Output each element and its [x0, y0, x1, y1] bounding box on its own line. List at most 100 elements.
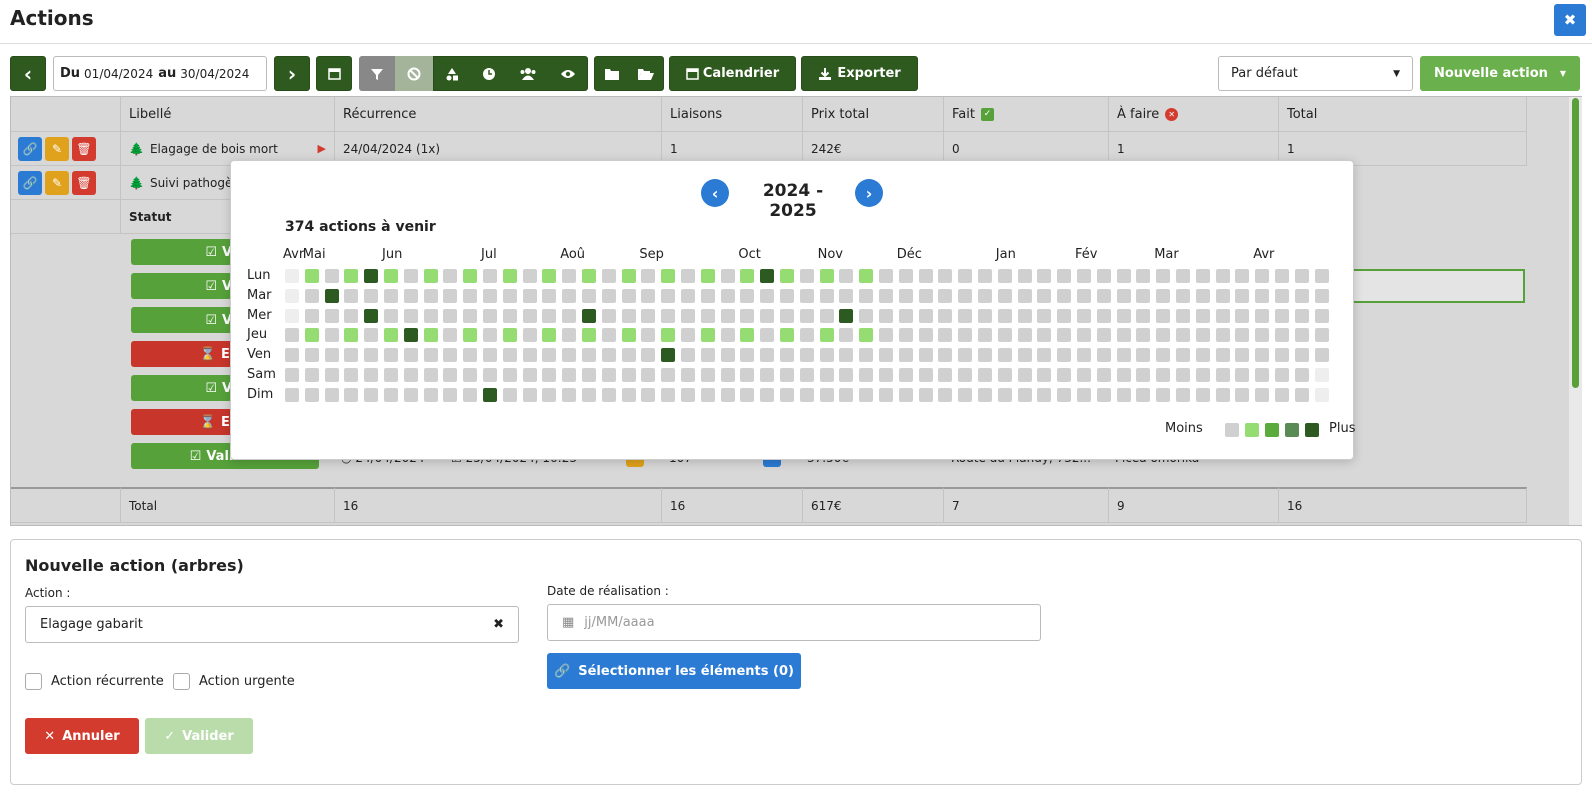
heatmap-day-cell[interactable]	[522, 308, 537, 323]
heatmap-day-cell[interactable]	[502, 288, 517, 303]
heatmap-day-cell[interactable]	[582, 348, 596, 363]
clear-filter-button[interactable]	[395, 56, 433, 91]
heatmap-day-cell[interactable]	[938, 348, 953, 363]
validate-button[interactable]: ✓ Valider	[145, 718, 253, 754]
heatmap-day-cell[interactable]	[978, 348, 992, 363]
heatmap-day-cell[interactable]	[384, 308, 398, 323]
heatmap-day-cell[interactable]	[1037, 348, 1052, 363]
heatmap-day-cell[interactable]	[1077, 269, 1091, 283]
heatmap-day-cell[interactable]	[522, 288, 537, 303]
heatmap-day-cell[interactable]	[760, 269, 775, 283]
heatmap-day-cell[interactable]	[641, 328, 656, 343]
heatmap-day-cell[interactable]	[859, 368, 874, 382]
heatmap-day-cell[interactable]	[364, 328, 379, 343]
heatmap-day-cell[interactable]	[760, 387, 775, 402]
heatmap-day-cell[interactable]	[958, 368, 973, 382]
heatmap-day-cell[interactable]	[720, 288, 735, 303]
heatmap-day-cell[interactable]	[542, 288, 557, 303]
heatmap-day-cell[interactable]	[1077, 308, 1091, 323]
heatmap-day-cell[interactable]	[304, 368, 319, 382]
heatmap-day-cell[interactable]	[1215, 328, 1230, 343]
heatmap-day-cell[interactable]	[562, 269, 577, 283]
heatmap-day-cell[interactable]	[562, 368, 577, 382]
heatmap-day-cell[interactable]	[522, 368, 537, 382]
heatmap-day-cell[interactable]	[304, 308, 319, 323]
heatmap-day-cell[interactable]	[502, 387, 517, 402]
heatmap-day-cell[interactable]	[760, 348, 775, 363]
heatmap-day-cell[interactable]	[1275, 328, 1289, 343]
heatmap-day-cell[interactable]	[1294, 328, 1309, 343]
heatmap-day-cell[interactable]	[522, 348, 537, 363]
heatmap-day-cell[interactable]	[918, 288, 933, 303]
heatmap-day-cell[interactable]	[780, 387, 794, 402]
heatmap-day-cell[interactable]	[879, 387, 893, 402]
heatmap-day-cell[interactable]	[285, 269, 299, 283]
heatmap-day-cell[interactable]	[1156, 269, 1171, 283]
heatmap-day-cell[interactable]	[760, 308, 775, 323]
heatmap-day-cell[interactable]	[898, 288, 913, 303]
heatmap-day-cell[interactable]	[997, 288, 1012, 303]
heatmap-day-cell[interactable]	[1077, 387, 1091, 402]
heatmap-day-cell[interactable]	[898, 308, 913, 323]
heatmap-day-cell[interactable]	[1136, 308, 1151, 323]
heatmap-day-cell[interactable]	[819, 288, 834, 303]
heatmap-day-cell[interactable]	[1017, 288, 1032, 303]
heatmap-day-cell[interactable]	[997, 328, 1012, 343]
heatmap-day-cell[interactable]	[1017, 308, 1032, 323]
heatmap-day-cell[interactable]	[344, 308, 359, 323]
heatmap-day-cell[interactable]	[483, 348, 497, 363]
heatmap-day-cell[interactable]	[859, 348, 874, 363]
heatmap-day-cell[interactable]	[463, 269, 478, 283]
heatmap-day-cell[interactable]	[1215, 348, 1230, 363]
heatmap-day-cell[interactable]	[621, 368, 636, 382]
heatmap-day-cell[interactable]	[819, 328, 834, 343]
heatmap-day-cell[interactable]	[324, 328, 339, 343]
heatmap-day-cell[interactable]	[304, 269, 319, 283]
heatmap-day-cell[interactable]	[1156, 308, 1171, 323]
date-picker-button[interactable]	[316, 56, 352, 91]
heatmap-day-cell[interactable]	[1314, 288, 1329, 303]
heatmap-day-cell[interactable]	[1255, 387, 1270, 402]
heatmap-day-cell[interactable]	[839, 348, 854, 363]
heatmap-day-cell[interactable]	[384, 348, 398, 363]
heatmap-day-cell[interactable]	[997, 269, 1012, 283]
heatmap-day-cell[interactable]	[859, 308, 874, 323]
header-recurrence[interactable]: Récurrence	[335, 97, 662, 132]
heatmap-day-cell[interactable]	[859, 387, 874, 402]
heatmap-day-cell[interactable]	[1077, 368, 1091, 382]
heatmap-day-cell[interactable]	[502, 328, 517, 343]
heatmap-day-cell[interactable]	[978, 368, 992, 382]
heatmap-day-cell[interactable]	[1235, 308, 1250, 323]
heatmap-day-cell[interactable]	[1057, 269, 1072, 283]
table-scrollbar-thumb[interactable]	[1572, 98, 1579, 388]
heatmap-day-cell[interactable]	[1215, 269, 1230, 283]
heatmap-day-cell[interactable]	[1195, 269, 1210, 283]
heatmap-day-cell[interactable]	[542, 387, 557, 402]
heatmap-day-cell[interactable]	[1017, 269, 1032, 283]
select-elements-button[interactable]: 🔗 Sélectionner les éléments (0)	[547, 653, 801, 689]
heatmap-day-cell[interactable]	[839, 368, 854, 382]
heatmap-day-cell[interactable]	[641, 387, 656, 402]
heatmap-day-cell[interactable]	[799, 269, 814, 283]
heatmap-day-cell[interactable]	[621, 288, 636, 303]
heatmap-day-cell[interactable]	[740, 269, 755, 283]
heatmap-day-cell[interactable]	[641, 348, 656, 363]
heatmap-day-cell[interactable]	[562, 387, 577, 402]
heatmap-day-cell[interactable]	[839, 328, 854, 343]
heatmap-day-cell[interactable]	[403, 288, 418, 303]
heatmap-day-cell[interactable]	[1116, 348, 1131, 363]
heatmap-day-cell[interactable]	[1294, 288, 1309, 303]
heatmap-day-cell[interactable]	[700, 328, 715, 343]
heatmap-day-cell[interactable]	[1176, 269, 1190, 283]
heatmap-day-cell[interactable]	[1017, 387, 1032, 402]
heatmap-day-cell[interactable]	[780, 269, 794, 283]
heatmap-day-cell[interactable]	[483, 269, 497, 283]
heatmap-day-cell[interactable]	[1096, 288, 1111, 303]
date-range-input[interactable]: Du 01/04/2024 au 30/04/2024	[53, 56, 267, 91]
heatmap-day-cell[interactable]	[304, 328, 319, 343]
heatmap-day-cell[interactable]	[1136, 387, 1151, 402]
heatmap-day-cell[interactable]	[403, 308, 418, 323]
play-icon[interactable]: ▶	[318, 142, 326, 155]
heatmap-day-cell[interactable]	[879, 348, 893, 363]
heatmap-day-cell[interactable]	[760, 288, 775, 303]
